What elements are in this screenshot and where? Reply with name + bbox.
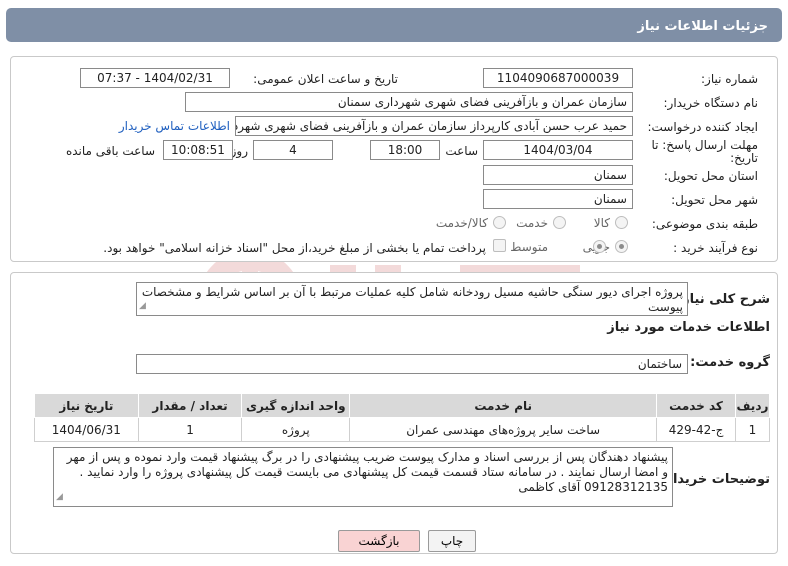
page-header: جزئیات اطلاعات نیاز [6, 8, 782, 42]
summary-text: پروژه اجرای دیور سنگی حاشیه مسیل رودخانه… [141, 285, 683, 314]
deadline-time-label: ساعت [445, 144, 478, 158]
deadline-date-label: تاریخ: [730, 151, 758, 165]
col-unit: واحد اندازه گیری [241, 393, 351, 418]
back-button[interactable]: بازگشت [338, 530, 420, 552]
category-service-label: خدمت [516, 216, 548, 230]
deadline-label: مهلت ارسال پاسخ: تا [651, 138, 758, 152]
buyer-notes-textarea[interactable]: پیشنهاد دهندگان پس از بررسی اسناد و مدار… [53, 447, 673, 507]
summary-textarea[interactable]: پروژه اجرای دیور سنگی حاشیه مسیل رودخانه… [136, 282, 688, 316]
category-goods-service-radio[interactable] [493, 216, 506, 229]
buyer-notes-text: پیشنهاد دهندگان پس از بررسی اسناد و مدار… [66, 450, 668, 494]
category-goods-radio[interactable] [615, 216, 628, 229]
need-number-field: 1104090687000039 [483, 68, 633, 88]
province-field: سمنان [483, 165, 633, 185]
col-row-number: ردیف [734, 393, 771, 418]
need-number-label: شماره نیاز: [701, 72, 758, 86]
services-table: ردیف کد خدمت نام خدمت واحد اندازه گیری ت… [34, 393, 771, 442]
process-minor-radio[interactable] [615, 240, 628, 253]
buyer-org-field: سازمان عمران و بازآفرینی فضای شهری شهردا… [185, 92, 633, 112]
cell-service-code: ج-42-429 [656, 417, 736, 442]
service-group-label: گروه خدمت: [690, 355, 770, 370]
services-table-header: ردیف کد خدمت نام خدمت واحد اندازه گیری ت… [34, 393, 771, 418]
buyer-org-label: نام دستگاه خریدار: [663, 96, 759, 110]
buyer-contact-link[interactable]: اطلاعات تماس خریدار [119, 119, 230, 133]
services-section-title: اطلاعات خدمات مورد نیاز [607, 320, 770, 335]
cell-unit: پروژه [241, 417, 351, 442]
category-label: طبقه بندی موضوعی: [651, 217, 758, 231]
buyer-notes-label: توضیحات خریدار: [660, 472, 770, 487]
announce-date-field: 1404/02/31 - 07:37 [80, 68, 230, 88]
col-need-date: تاریخ نیاز [34, 393, 139, 418]
page-title: جزئیات اطلاعات نیاز [637, 19, 768, 34]
table-row: 1 ج-42-429 ساخت سایر پروژه‌های مهندسی عم… [34, 417, 771, 442]
resize-grip-icon: ◢ [56, 492, 63, 502]
cell-need-date: 1404/06/31 [34, 417, 139, 442]
category-service-radio[interactable] [553, 216, 566, 229]
treasury-payment-checkbox[interactable] [493, 239, 506, 252]
service-group-field: ساختمان [136, 354, 688, 374]
announce-date-label: تاریخ و ساعت اعلان عمومی: [253, 72, 398, 86]
cell-row-number: 1 [734, 417, 771, 442]
category-goods-label: کالا [593, 216, 610, 230]
resize-grip-icon: ◢ [139, 301, 146, 311]
city-label: شهر محل تحویل: [671, 193, 758, 207]
col-service-name: نام خدمت [349, 393, 658, 418]
treasury-payment-note: پرداخت تمام یا بخشی از مبلغ خرید،از محل … [103, 241, 486, 255]
creator-field: حمید عرب حسن آبادی کارپرداز سازمان عمران… [235, 116, 633, 136]
cell-service-name: ساخت سایر پروژه‌های مهندسی عمران [349, 417, 658, 442]
print-button[interactable]: چاپ [428, 530, 476, 552]
deadline-date-field: 1404/03/04 [483, 140, 633, 160]
process-type-label: نوع فرآیند خرید : [673, 241, 758, 255]
remaining-time-field: 10:08:51 [163, 140, 233, 160]
summary-label: شرح کلی نیاز: [676, 292, 770, 307]
city-field: سمنان [483, 189, 633, 209]
creator-label: ایجاد کننده درخواست: [647, 120, 758, 134]
deadline-time-field: 18:00 [370, 140, 440, 160]
category-goods-service-label: کالا/خدمت [435, 216, 488, 230]
days-remaining-field: 4 [253, 140, 333, 160]
remaining-time-label: ساعت باقی مانده [65, 144, 155, 158]
cell-quantity: 1 [137, 417, 243, 442]
process-medium-label: متوسط [510, 240, 548, 254]
province-label: استان محل تحویل: [663, 169, 758, 183]
col-service-code: کد خدمت [656, 393, 736, 418]
col-quantity: تعداد / مقدار [137, 393, 243, 418]
process-medium-radio[interactable] [593, 240, 606, 253]
